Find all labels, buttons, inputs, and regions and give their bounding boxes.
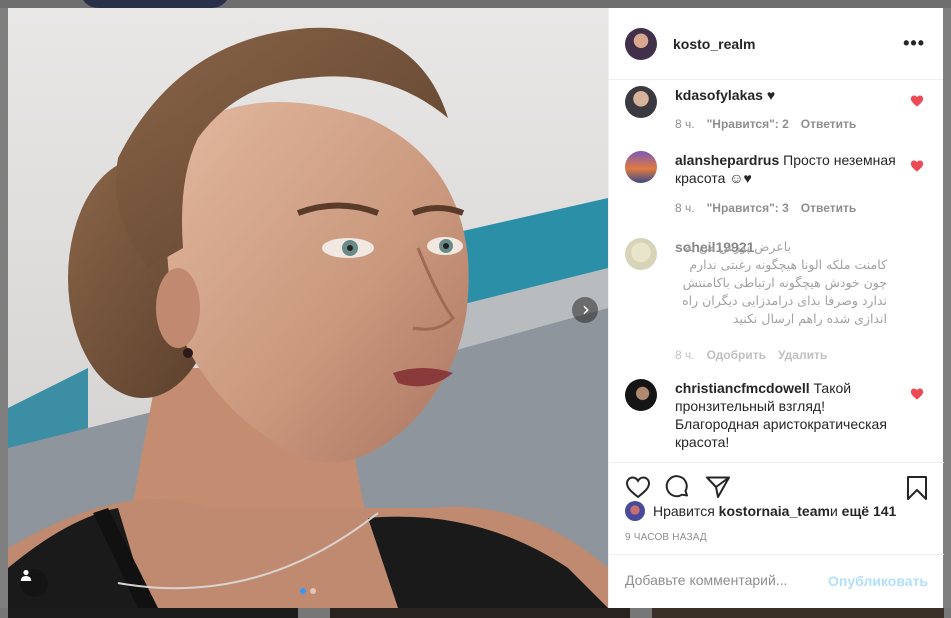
comment-input[interactable] [625, 572, 825, 588]
comment-item: christiancfmcdowell Такой пронзительный … [625, 379, 928, 459]
comment-text: alanshepardrus Просто неземная красота ☺… [675, 151, 905, 187]
user-tag-button[interactable] [20, 569, 48, 597]
portrait-image [8, 8, 608, 608]
author-avatar[interactable] [625, 27, 657, 60]
more-options-button[interactable]: ••• [903, 34, 925, 52]
comment-item: kdasofylakas ♥ 8 ч. "Нравится": 2 Ответить [625, 86, 928, 136]
bookmark-icon[interactable] [906, 475, 928, 501]
more-horizontal-icon: ••• [903, 33, 925, 53]
delete-button[interactable]: Удалить [778, 348, 827, 362]
likes-others-count[interactable]: ещё 141 [842, 503, 897, 519]
publish-button[interactable]: Опубликовать [828, 573, 928, 589]
liker-username[interactable]: kostornaia_team [719, 503, 830, 519]
carousel-next-button[interactable]: › [572, 297, 598, 323]
comment-meta: 8 ч. Одобрить Удалить [675, 348, 839, 362]
comment-content: ♥ [762, 87, 776, 103]
add-comment-form: Опубликовать [609, 554, 944, 608]
chevron-right-icon: › [582, 296, 590, 321]
comment-meta: 8 ч. "Нравится": 3 Ответить [675, 201, 868, 215]
heart-filled-icon[interactable] [910, 159, 924, 173]
post-timestamp[interactable]: 9 часов назад [625, 532, 707, 543]
commenter-username[interactable]: alanshepardrus [675, 152, 779, 168]
heart-filled-icon[interactable] [910, 94, 924, 108]
author-username[interactable]: kosto_realm [673, 36, 755, 52]
comment-time[interactable]: 8 ч. [675, 117, 695, 131]
commenter-avatar[interactable] [625, 151, 657, 183]
comment-time[interactable]: 8 ч. [675, 348, 695, 362]
carousel-indicator [300, 588, 316, 594]
commenter-avatar[interactable] [625, 379, 657, 411]
carousel-dot [310, 588, 316, 594]
comment-meta: 8 ч. "Нравится": 2 Ответить [675, 117, 868, 131]
reply-button[interactable]: Ответить [801, 117, 856, 131]
post-actions-bar [609, 462, 944, 504]
comment-item-hidden: soheil19921 باعرض پوزش من به کامنت ملکه … [625, 238, 928, 368]
comment-list[interactable]: kdasofylakas ♥ 8 ч. "Нравится": 2 Ответить… [609, 81, 944, 462]
comment-like-count[interactable]: "Нравится": 3 [707, 201, 789, 215]
heart-filled-icon[interactable] [910, 387, 924, 401]
likes-summary: Нравится kostornaia_team и ещё 141 [625, 501, 896, 521]
user-tag-icon [20, 569, 32, 581]
post-side-panel: kosto_realm ••• kdasofylakas ♥ 8 ч. "Нрав… [608, 8, 944, 608]
comment-text: christiancfmcdowell Такой пронзительный … [675, 379, 905, 451]
background-thumbnail [80, 0, 230, 8]
reply-button[interactable]: Ответить [801, 201, 856, 215]
approve-button[interactable]: Одобрить [707, 348, 766, 362]
comment-item: alanshepardrus Просто неземная красота ☺… [625, 151, 928, 221]
comment-text: kdasofylakas ♥ [675, 86, 905, 104]
likes-prefix: Нравится [653, 503, 715, 519]
commenter-avatar[interactable] [625, 238, 657, 270]
commenter-avatar[interactable] [625, 86, 657, 118]
comment-time[interactable]: 8 ч. [675, 201, 695, 215]
comment-like-count[interactable]: "Нравится": 2 [707, 117, 789, 131]
background-feed-top [0, 0, 951, 8]
carousel-dot-active [300, 588, 306, 594]
liker-avatar[interactable] [625, 501, 645, 521]
post-header: kosto_realm ••• [609, 8, 943, 80]
share-icon[interactable] [705, 475, 731, 499]
like-heart-icon[interactable] [625, 475, 651, 499]
comment-icon[interactable] [665, 475, 691, 499]
likes-conjunction: и [829, 503, 838, 519]
background-feed-bottom [0, 608, 951, 618]
commenter-username[interactable]: christiancfmcdowell [675, 380, 810, 396]
post-photo[interactable]: › [8, 8, 608, 608]
commenter-username[interactable]: kdasofylakas [675, 87, 763, 103]
comment-content: باعرض پوزش من به کامنت ملکه الونا هیچگون… [682, 239, 887, 326]
